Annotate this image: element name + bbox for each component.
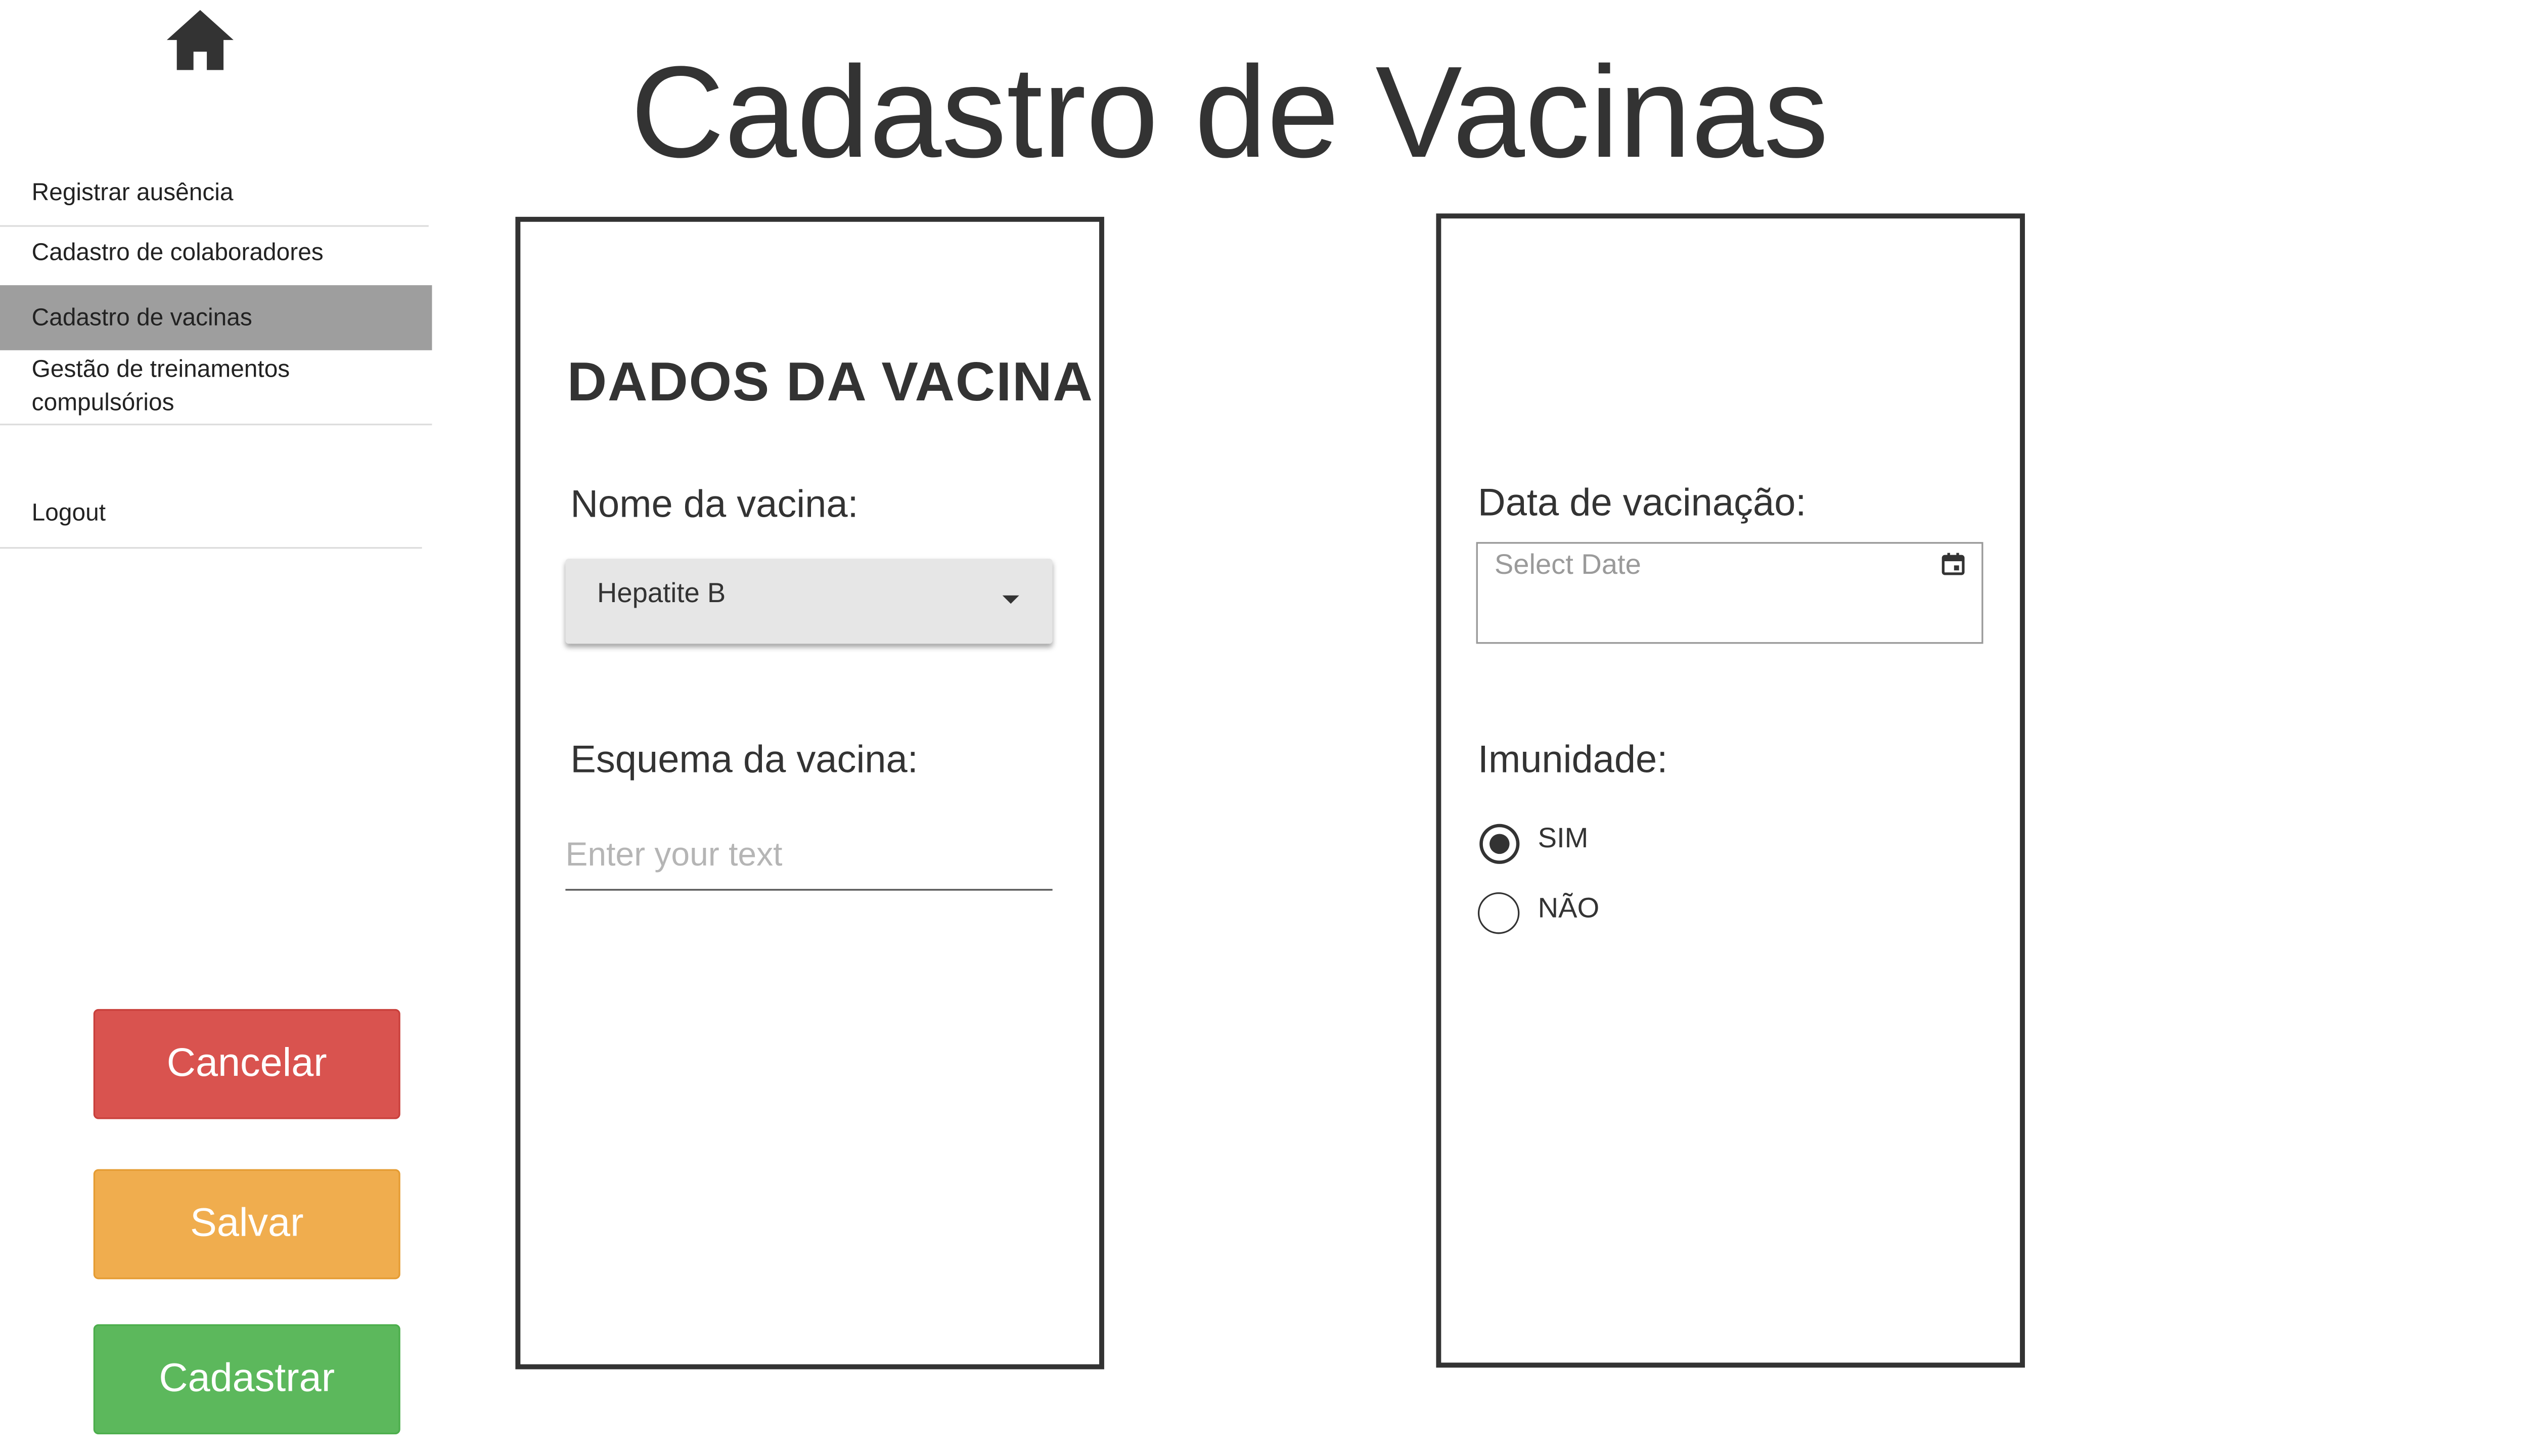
register-button[interactable]: Cadastrar [93,1324,400,1435]
chevron-down-icon [1002,595,1019,604]
sidebar-item-cadastro-colaboradores[interactable]: Cadastro de colaboradores [0,237,432,270]
home-icon[interactable] [165,8,236,71]
calendar-icon[interactable] [1942,552,1965,575]
sidebar-item-label: Cadastro de vacinas [31,305,252,332]
sidebar-item-registrar-ausencia[interactable]: Registrar ausência [0,177,432,210]
immunity-label: Imunidade: [1477,737,1668,781]
date-placeholder: Select Date [1494,549,1641,581]
sidebar-divider [0,225,429,227]
immunity-radio-nao[interactable] [1477,892,1520,934]
vaccine-name-select[interactable]: Hepatite B [565,559,1053,644]
cancel-button[interactable]: Cancelar [93,1009,400,1119]
vaccination-date-label: Data de vacinação: [1477,480,1807,524]
immunity-radio-sim[interactable] [1479,824,1520,864]
sidebar-item-logout[interactable]: Logout [0,497,432,530]
sidebar-item-label: Gestão de treinamentos compulsórios [31,356,290,417]
vaccine-scheme-label: Esquema da vacina: [570,737,918,781]
radio-selected-dot [1489,834,1510,854]
sidebar-divider [0,547,422,549]
sidebar-item-cadastro-vacinas[interactable]: Cadastro de vacinas [0,285,432,350]
vaccine-scheme-input[interactable] [565,824,1053,891]
sidebar-item-label: Cadastro de colaboradores [31,240,324,267]
vaccine-name-label: Nome da vacina: [570,482,859,526]
vaccine-name-value: Hepatite B [597,578,726,609]
vaccination-date-field[interactable]: Select Date [1476,542,1983,644]
sidebar-item-label: Registrar ausência [31,180,234,207]
vaccine-data-heading: DADOS DA VACINA [567,350,1094,412]
vaccination-panel [1436,213,2025,1368]
sidebar-item-gestao-treinamentos[interactable]: Gestão de treinamentos compulsórios [0,353,384,424]
sidebar-divider [0,423,432,426]
immunity-option-nao-label[interactable]: NÃO [1538,892,1600,926]
app-window: Registrar ausência Cadastro de colaborad… [0,0,2528,1456]
page-title: Cadastro de Vacinas [630,38,1829,186]
sidebar-item-label: Logout [31,500,106,527]
immunity-option-sim-label[interactable]: SIM [1538,822,1589,855]
save-button[interactable]: Salvar [93,1169,400,1280]
